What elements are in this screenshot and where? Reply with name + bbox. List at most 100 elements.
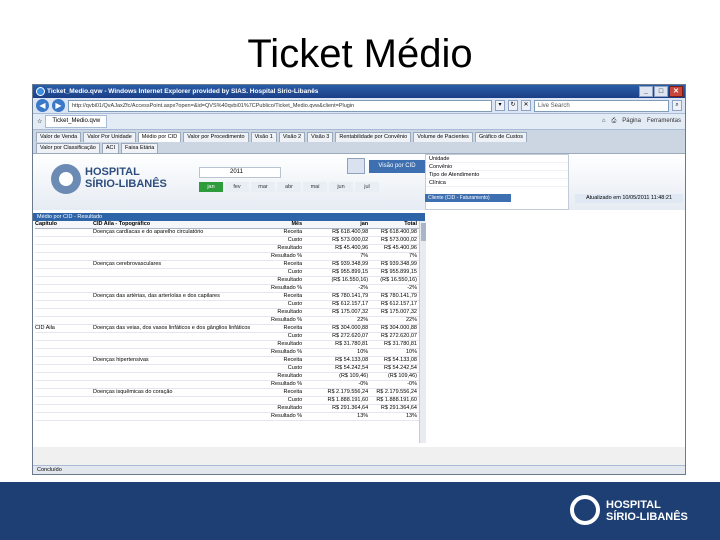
table-cell[interactable] <box>93 364 251 373</box>
table-cell[interactable]: Resultado % <box>250 284 306 293</box>
table-cell[interactable]: Resultado % <box>250 348 306 357</box>
view-button[interactable]: Visão por CID <box>369 160 425 173</box>
table-cell[interactable]: R$ 2.179.556,24 <box>305 388 372 397</box>
table-cell[interactable] <box>35 388 93 397</box>
table-cell[interactable] <box>93 252 251 261</box>
table-cell[interactable]: Doenças isquêmicas do coração <box>93 388 251 397</box>
table-cell[interactable]: R$ 780.141,79 <box>371 292 420 301</box>
stop-icon[interactable]: ✕ <box>521 100 531 111</box>
table-cell[interactable] <box>35 340 93 349</box>
table-cell[interactable]: CID Aila <box>35 324 93 333</box>
scrollbar-thumb[interactable] <box>421 223 426 241</box>
table-cell[interactable]: Receita <box>250 292 306 301</box>
table-cell[interactable]: R$ 54.242,54 <box>305 364 372 373</box>
table-cell[interactable] <box>35 268 93 277</box>
table-cell[interactable] <box>93 404 251 413</box>
table-cell[interactable] <box>35 276 93 285</box>
table-cell[interactable]: R$ 939.348,99 <box>305 260 372 269</box>
table-cell[interactable]: 22% <box>305 316 372 325</box>
dropdown-icon[interactable]: ▾ <box>495 100 505 111</box>
table-cell[interactable] <box>35 308 93 317</box>
table-cell[interactable]: (R$ 109,46) <box>371 372 420 381</box>
table-cell[interactable]: R$ 31.780,81 <box>305 340 372 349</box>
table-cell[interactable]: R$ 955.899,15 <box>371 268 420 277</box>
table-icon[interactable] <box>347 158 365 174</box>
table-cell[interactable] <box>93 236 251 245</box>
table-cell[interactable]: Resultado % <box>250 316 306 325</box>
col-header[interactable]: Total <box>371 221 420 229</box>
table-cell[interactable]: R$ 939.348,99 <box>371 260 420 269</box>
table-cell[interactable]: Resultado <box>250 276 306 285</box>
table-cell[interactable] <box>35 316 93 325</box>
table-cell[interactable] <box>35 412 93 421</box>
table-cell[interactable]: Receita <box>250 324 306 333</box>
table-cell[interactable] <box>93 244 251 253</box>
table-cell[interactable]: 10% <box>371 348 420 357</box>
table-cell[interactable]: Custo <box>250 396 306 405</box>
table-cell[interactable]: R$ 54.133,08 <box>371 356 420 365</box>
table-cell[interactable] <box>35 332 93 341</box>
table-cell[interactable] <box>93 340 251 349</box>
table-cell[interactable]: Custo <box>250 332 306 341</box>
table-cell[interactable]: Receita <box>250 228 306 237</box>
table-cell[interactable]: 10% <box>305 348 372 357</box>
table-cell[interactable]: R$ 612.157,17 <box>371 300 420 309</box>
table-cell[interactable]: R$ 291.364,64 <box>305 404 372 413</box>
table-cell[interactable] <box>93 316 251 325</box>
table-cell[interactable]: Custo <box>250 364 306 373</box>
table-cell[interactable]: (R$ 109,46) <box>305 372 372 381</box>
home-icon[interactable]: ⌂ <box>602 118 606 125</box>
table-cell[interactable]: Receita <box>250 260 306 269</box>
table-cell[interactable]: R$ 45.400,96 <box>371 244 420 253</box>
table-cell[interactable]: Doenças das veias, dos vasos linfáticos … <box>93 324 251 333</box>
table-cell[interactable]: R$ 618.400,98 <box>305 228 372 237</box>
table-cell[interactable]: Custo <box>250 236 306 245</box>
qv-tab[interactable]: Valor por Classificação <box>36 143 100 153</box>
qv-tab[interactable]: Valor de Venda <box>36 132 82 142</box>
table-cell[interactable]: R$ 780.141,79 <box>305 292 372 301</box>
table-cell[interactable]: -2% <box>305 284 372 293</box>
col-header[interactable]: Capítulo <box>35 221 93 229</box>
table-cell[interactable]: R$ 304.000,88 <box>371 324 420 333</box>
table-cell[interactable] <box>35 404 93 413</box>
table-cell[interactable] <box>35 348 93 357</box>
qv-tab[interactable]: Visão 1 <box>250 132 277 142</box>
filter-item[interactable]: Convênio <box>426 163 568 171</box>
table-cell[interactable]: 7% <box>305 252 372 261</box>
table-cell[interactable]: (R$ 16.550,16) <box>371 276 420 285</box>
table-cell[interactable] <box>35 260 93 269</box>
table-cell[interactable]: Resultado <box>250 372 306 381</box>
year-selector[interactable]: 2011 <box>199 167 281 178</box>
filter-selected[interactable]: Cliente (CID - Faturamento) <box>425 194 511 202</box>
table-cell[interactable] <box>35 284 93 293</box>
table-cell[interactable] <box>35 372 93 381</box>
table-cell[interactable]: Custo <box>250 268 306 277</box>
favorites-star-icon[interactable]: ☆ <box>37 118 42 125</box>
table-cell[interactable]: R$ 54.133,08 <box>305 356 372 365</box>
table-cell[interactable]: Doenças cardíacas e do aparelho circulat… <box>93 228 251 237</box>
tool-page[interactable]: Página <box>622 118 641 125</box>
table-cell[interactable]: Resultado <box>250 308 306 317</box>
qv-tab[interactable]: ACI <box>101 143 120 153</box>
month-mar[interactable]: mar <box>251 182 275 192</box>
table-cell[interactable] <box>93 268 251 277</box>
month-abr[interactable]: abr <box>277 182 301 192</box>
filter-item[interactable]: Tipo de Atendimento <box>426 171 568 179</box>
col-header[interactable]: jan <box>305 221 372 229</box>
qv-tab[interactable]: Visão 2 <box>278 132 306 142</box>
col-header[interactable]: Mês <box>250 221 306 229</box>
table-cell[interactable]: Receita <box>250 356 306 365</box>
table-cell[interactable]: R$ 955.899,15 <box>305 268 372 277</box>
minimize-icon[interactable]: _ <box>639 86 653 97</box>
table-cell[interactable] <box>93 308 251 317</box>
table-cell[interactable]: Resultado % <box>250 412 306 421</box>
table-cell[interactable]: Doenças das artérias, das arteríolas e d… <box>93 292 251 301</box>
refresh-icon[interactable]: ↻ <box>508 100 518 111</box>
table-cell[interactable]: R$ 31.780,81 <box>371 340 420 349</box>
back-icon[interactable]: ◀ <box>36 99 49 112</box>
table-cell[interactable]: R$ 45.400,96 <box>305 244 372 253</box>
table-cell[interactable]: R$ 573.000,02 <box>305 236 372 245</box>
table-cell[interactable]: Custo <box>250 300 306 309</box>
search-icon[interactable]: ⌕ <box>672 100 682 111</box>
table-cell[interactable]: R$ 175.007,32 <box>371 308 420 317</box>
